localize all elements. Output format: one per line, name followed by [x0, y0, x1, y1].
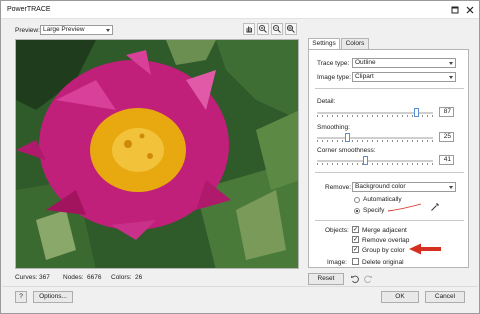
- pan-hand-icon[interactable]: [243, 23, 255, 35]
- colors-label: Colors:: [111, 274, 132, 281]
- curves-label: Curves:: [15, 274, 38, 281]
- corner-smoothness-slider[interactable]: [317, 156, 433, 165]
- smoothing-label: Smoothing:: [317, 124, 350, 131]
- smoothing-slider-thumb[interactable]: [344, 133, 350, 142]
- divider: [315, 220, 464, 221]
- trace-preview-pane[interactable]: [15, 39, 299, 269]
- nodes-count: 6676: [87, 274, 102, 281]
- curves-count: 367: [39, 274, 50, 281]
- group-by-color-label: Group by color: [362, 247, 405, 254]
- remove-overlap-checkbox[interactable]: ✓: [352, 236, 359, 243]
- tab-colors[interactable]: Colors: [341, 38, 369, 49]
- divider: [315, 88, 464, 89]
- chevron-down-icon: [449, 62, 453, 65]
- settings-panel: Trace type: Outline Image type: Clipart …: [308, 49, 469, 268]
- ok-button[interactable]: OK: [381, 291, 419, 303]
- restore-icon[interactable]: [449, 4, 461, 16]
- radio-automatically[interactable]: [354, 197, 360, 203]
- preview-label: Preview:: [15, 27, 40, 34]
- image-type-label: Image type:: [317, 74, 351, 81]
- footer-divider: [2, 286, 478, 287]
- image-type-select[interactable]: Clipart: [352, 72, 456, 82]
- trace-type-value: Outline: [355, 59, 376, 66]
- close-icon[interactable]: [464, 4, 476, 16]
- delete-original-label: Delete original: [362, 259, 404, 266]
- trace-type-select[interactable]: Outline: [352, 58, 456, 68]
- annotation-arrow-icon: [409, 243, 441, 255]
- cancel-button[interactable]: Cancel: [425, 291, 465, 303]
- image-label: Image:: [327, 259, 347, 266]
- merge-adjacent-label: Merge adjacent: [362, 227, 407, 234]
- colors-count: 26: [135, 274, 143, 281]
- remove-label: Remove:: [325, 184, 352, 191]
- corner-smoothness-label: Corner smoothness:: [317, 147, 376, 154]
- remove-overlap-label: Remove overlap: [362, 237, 410, 244]
- trace-statistics: Curves: 367 Nodes: 6676 Colors: 26: [15, 272, 299, 282]
- undo-icon[interactable]: [350, 274, 360, 284]
- zoom-out-icon[interactable]: [271, 23, 283, 35]
- remove-value: Background color: [355, 183, 406, 190]
- trace-type-label: Trace type:: [317, 60, 350, 67]
- merge-adjacent-checkbox[interactable]: ✓: [352, 226, 359, 233]
- radio-specify[interactable]: [354, 208, 360, 214]
- powertrace-dialog: PowerTRACE Preview: Large Preview Curves…: [0, 0, 480, 314]
- annotation-underline: [387, 203, 422, 212]
- detail-value[interactable]: 87: [439, 107, 454, 117]
- reset-button[interactable]: Reset: [308, 273, 344, 285]
- preview-mode-value: Large Preview: [43, 26, 85, 33]
- group-by-color-checkbox[interactable]: ✓: [352, 246, 359, 253]
- help-button[interactable]: ?: [15, 291, 27, 303]
- remove-select[interactable]: Background color: [352, 182, 456, 192]
- detail-slider[interactable]: [317, 108, 433, 117]
- traced-flower-image: [16, 40, 298, 268]
- delete-original-checkbox[interactable]: [352, 258, 359, 265]
- chevron-down-icon: [106, 29, 110, 32]
- image-type-value: Clipart: [355, 73, 374, 80]
- detail-slider-thumb[interactable]: [413, 108, 419, 117]
- zoom-in-icon[interactable]: [257, 23, 269, 35]
- radio-automatically-label: Automatically: [363, 196, 402, 203]
- corner-slider-thumb[interactable]: [362, 156, 368, 165]
- radio-specify-label: Specify: [363, 207, 385, 214]
- zoom-fit-icon[interactable]: [285, 23, 297, 35]
- detail-label: Detail:: [317, 98, 336, 105]
- smoothing-slider[interactable]: [317, 133, 433, 142]
- divider: [315, 172, 464, 173]
- eyedropper-icon[interactable]: [430, 202, 440, 212]
- corner-smoothness-value[interactable]: 41: [439, 155, 454, 165]
- options-button[interactable]: Options...: [33, 291, 73, 303]
- smoothing-value[interactable]: 25: [439, 132, 454, 142]
- objects-label: Objects:: [325, 227, 349, 234]
- redo-icon[interactable]: [363, 274, 373, 284]
- chevron-down-icon: [449, 186, 453, 189]
- nodes-label: Nodes:: [63, 274, 84, 281]
- window-title: PowerTRACE: [7, 6, 51, 13]
- title-bar: PowerTRACE: [1, 1, 479, 19]
- chevron-down-icon: [449, 76, 453, 79]
- preview-mode-select[interactable]: Large Preview: [40, 25, 113, 35]
